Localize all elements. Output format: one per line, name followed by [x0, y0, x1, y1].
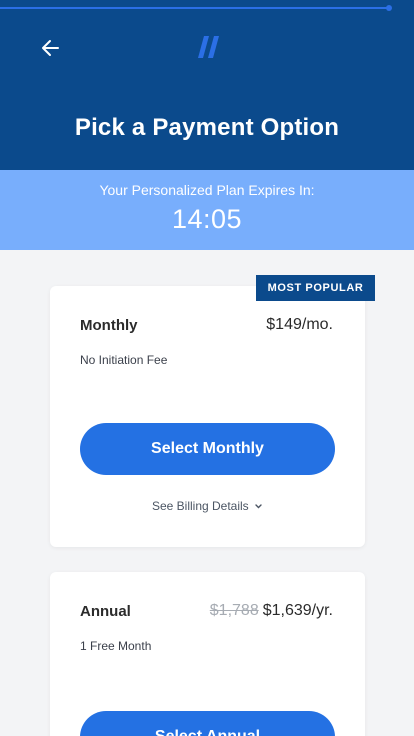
plan-note: No Initiation Fee	[80, 353, 168, 367]
most-popular-badge: MOST POPULAR	[256, 275, 375, 301]
select-monthly-button[interactable]: Select Monthly	[80, 423, 335, 475]
plan-name: Monthly	[80, 317, 138, 334]
plan-name: Annual	[80, 603, 131, 620]
expiry-timer-banner: Your Personalized Plan Expires In: 14:05	[0, 170, 414, 250]
select-annual-button[interactable]: Select Annual	[80, 711, 335, 736]
progress-indicator-dot	[386, 5, 393, 11]
plan-price: $149/mo.	[266, 316, 333, 333]
plan-card-monthly: Monthly $149/mo. No Initiation Fee Selec…	[50, 286, 365, 547]
discounted-price: $1,639/yr.	[262, 602, 333, 619]
back-button[interactable]	[36, 34, 66, 62]
brand-logo	[192, 31, 222, 59]
page-title: Pick a Payment Option	[74, 114, 340, 141]
timer-countdown: 14:05	[171, 204, 243, 234]
plan-card-annual: Annual $1,788$1,639/yr. 1 Free Month Sel…	[50, 572, 365, 736]
progress-bar	[0, 5, 414, 11]
original-price: $1,788	[209, 602, 259, 619]
plan-price: $1,788 $1,639/yr.	[210, 602, 333, 620]
chevron-down-icon	[255, 504, 262, 509]
timer-label: Your Personalized Plan Expires In:	[99, 182, 315, 198]
see-billing-details-link[interactable]: See Billing Details	[50, 499, 365, 513]
plan-note: 1 Free Month	[80, 639, 152, 653]
progress-fill	[0, 7, 390, 9]
arrow-left-icon	[42, 40, 59, 56]
header: Pick a Payment Option	[0, 0, 414, 170]
billing-link-label: See Billing Details	[151, 499, 249, 513]
